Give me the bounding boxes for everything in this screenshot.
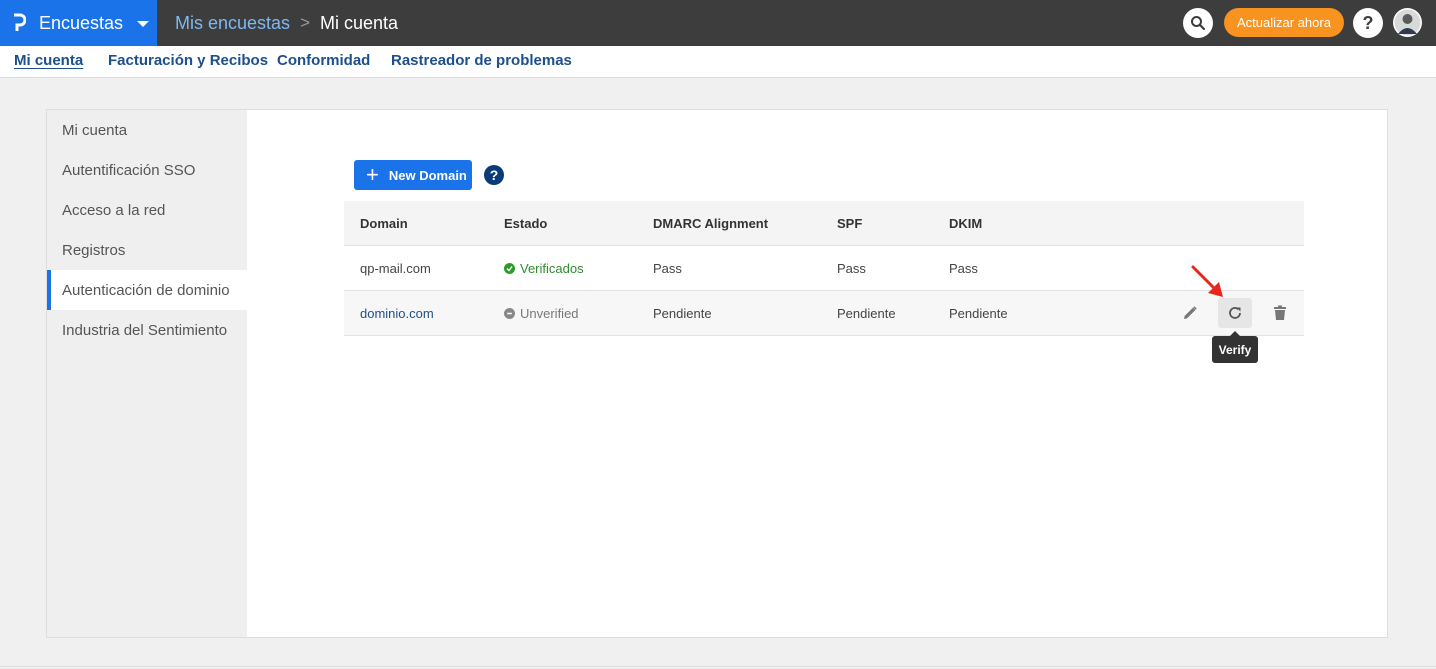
new-domain-label: New Domain — [388, 167, 467, 183]
subnav-rastreador[interactable]: Rastreador de problemas — [391, 52, 572, 69]
upgrade-button[interactable]: Actualizar ahora — [1224, 8, 1344, 37]
domain-table: Domain Estado DMARC Alignment SPF DKIM q… — [344, 201, 1304, 336]
breadcrumb-current: Mi cuenta — [320, 12, 399, 33]
breadcrumb-parent-link[interactable]: Mis encuestas — [175, 13, 290, 34]
sub-navigation: Mi cuenta Facturación y Recibos Conformi… — [0, 46, 1436, 78]
sidebar-item-registros[interactable]: Registros — [47, 230, 247, 270]
status-text: Unverified — [520, 306, 579, 321]
table-row: dominio.com Unverified Pendiente Pendien… — [344, 291, 1304, 336]
edit-icon — [1184, 306, 1197, 319]
column-header-domain: Domain — [360, 216, 408, 231]
caret-down-icon — [137, 21, 150, 27]
column-header-dmarc: DMARC Alignment — [653, 216, 769, 231]
new-domain-button[interactable]: + New Domain — [354, 160, 472, 190]
subnav-facturacion[interactable]: Facturación y Recibos — [108, 52, 268, 69]
verify-tooltip: Verify — [1212, 331, 1258, 363]
refresh-icon — [1229, 307, 1241, 319]
subnav-mi-cuenta[interactable]: Mi cuenta — [14, 52, 83, 69]
minus-circle-icon — [504, 308, 515, 319]
page-divider — [0, 666, 1436, 667]
search-icon — [1191, 16, 1206, 31]
dkim-cell: Pass — [949, 261, 978, 276]
spf-cell: Pendiente — [837, 306, 896, 321]
subnav-conformidad[interactable]: Conformidad — [277, 52, 370, 69]
domain-cell-link[interactable]: dominio.com — [360, 306, 434, 321]
questionpro-logo-icon — [14, 13, 26, 31]
dmarc-cell: Pass — [653, 261, 682, 276]
plus-icon: + — [366, 162, 379, 187]
check-circle-icon — [504, 263, 515, 274]
sidebar-item-autenticacion-dominio[interactable]: Autenticación de dominio — [47, 270, 247, 310]
status-cell: Unverified — [504, 306, 579, 321]
column-header-estado: Estado — [504, 216, 548, 231]
table-row: qp-mail.com Verificados Pass Pass Pass — [344, 246, 1304, 291]
spf-cell: Pass — [837, 261, 866, 276]
dmarc-cell: Pendiente — [653, 306, 712, 321]
column-header-spf: SPF — [837, 216, 863, 231]
search-button[interactable] — [1183, 8, 1213, 38]
help-button[interactable]: ? — [1353, 8, 1383, 38]
delete-button[interactable] — [1263, 298, 1297, 328]
sidebar-item-acceso-red[interactable]: Acceso a la red — [47, 190, 247, 230]
help-icon[interactable]: ? — [484, 165, 504, 185]
status-cell: Verificados — [504, 261, 584, 276]
sidebar: Mi cuenta Autentificación SSO Acceso a l… — [47, 110, 247, 637]
avatar[interactable] — [1393, 8, 1422, 37]
table-header: Domain Estado DMARC Alignment SPF DKIM — [344, 201, 1304, 246]
status-text: Verificados — [520, 261, 584, 276]
dkim-cell: Pendiente — [949, 306, 1008, 321]
domain-cell: qp-mail.com — [360, 261, 431, 276]
sidebar-item-mi-cuenta[interactable]: Mi cuenta — [47, 110, 247, 150]
product-switcher[interactable]: Encuestas — [0, 0, 157, 46]
trash-icon — [1274, 305, 1286, 320]
top-bar: Encuestas Mis encuestas > Mi cuenta Actu… — [0, 0, 1436, 46]
breadcrumb: Mis encuestas > Mi cuenta — [175, 0, 398, 46]
sidebar-item-industria[interactable]: Industria del Sentimiento — [47, 310, 247, 350]
settings-panel: Mi cuenta Autentificación SSO Acceso a l… — [46, 109, 1388, 638]
avatar-image — [1394, 9, 1421, 36]
product-name: Encuestas — [39, 12, 124, 33]
column-header-dkim: DKIM — [949, 216, 983, 231]
red-arrow-annotation — [1191, 265, 1223, 297]
sidebar-item-sso[interactable]: Autentificación SSO — [47, 150, 247, 190]
breadcrumb-separator: > — [300, 13, 310, 32]
